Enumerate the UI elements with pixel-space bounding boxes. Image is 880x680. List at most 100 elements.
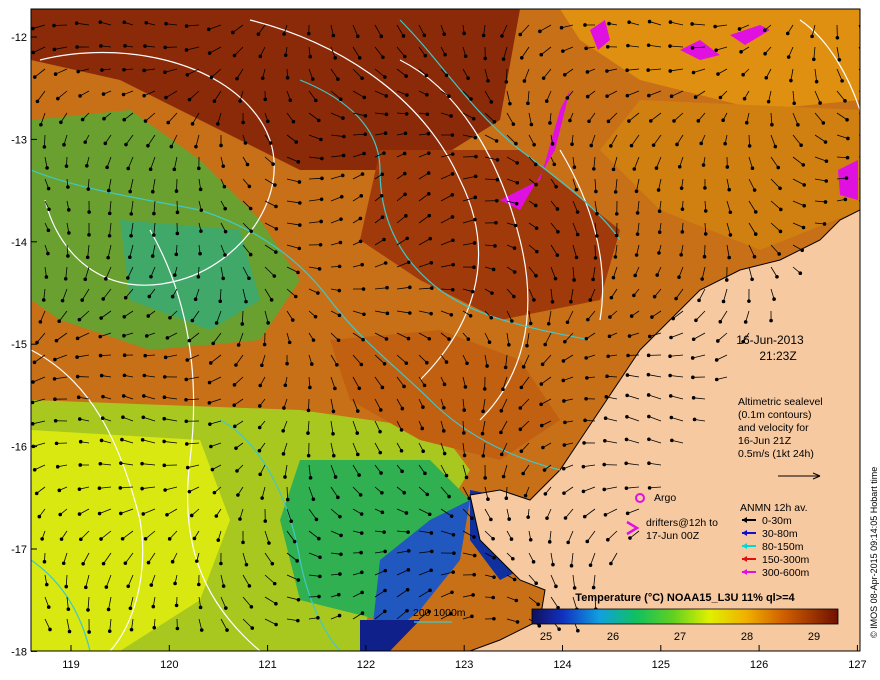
velocity-vector-head bbox=[238, 99, 242, 103]
velocity-vector-head bbox=[333, 56, 338, 60]
velocity-vector-head bbox=[429, 549, 434, 554]
velocity-vector-head bbox=[104, 277, 108, 281]
velocity-vector-head bbox=[77, 317, 82, 322]
velocity-vector-head bbox=[360, 76, 364, 81]
velocity-vector-head bbox=[165, 336, 170, 340]
velocity-vector-head bbox=[747, 299, 751, 303]
velocity-vector-head bbox=[87, 233, 91, 237]
velocity-vector-head bbox=[518, 406, 523, 410]
velocity-vector-head bbox=[59, 537, 64, 541]
velocity-vector-head bbox=[150, 189, 155, 194]
velocity-vector-head bbox=[234, 363, 238, 367]
velocity-vector-head bbox=[339, 217, 343, 221]
velocity-vector-head bbox=[53, 72, 58, 76]
velocity-vector-head bbox=[552, 162, 557, 167]
velocity-vector-head bbox=[41, 298, 46, 302]
velocity-vector-head bbox=[99, 316, 103, 320]
velocity-vector-head bbox=[519, 385, 524, 390]
velocity-vector-head bbox=[378, 429, 382, 434]
velocity-vector-head bbox=[835, 35, 840, 40]
velocity-vector-head bbox=[358, 216, 363, 221]
velocity-vector-head bbox=[465, 361, 469, 366]
velocity-vector-head bbox=[441, 429, 446, 433]
velocity-vector-head bbox=[360, 262, 365, 267]
velocity-vector-head bbox=[97, 486, 102, 491]
velocity-vector-head bbox=[668, 354, 672, 359]
velocity-vector-head bbox=[565, 320, 570, 325]
velocity-vector-head bbox=[306, 408, 311, 413]
velocity-vector-head bbox=[533, 203, 538, 208]
velocity-vector-head bbox=[486, 78, 490, 83]
velocity-vector-head bbox=[336, 77, 340, 81]
velocity-vector-head bbox=[691, 396, 696, 400]
velocity-vector-head bbox=[274, 204, 278, 209]
velocity-vector-head bbox=[534, 226, 539, 230]
velocity-vector-head bbox=[657, 230, 662, 234]
velocity-vector-head bbox=[80, 117, 85, 122]
velocity-vector-head bbox=[680, 207, 685, 211]
velocity-vector-head bbox=[385, 285, 389, 290]
velocity-vector-head bbox=[764, 75, 769, 80]
drifters-label: drifters@12h to bbox=[646, 517, 718, 529]
velocity-vector-head bbox=[501, 474, 506, 479]
velocity-vector-head bbox=[427, 336, 432, 341]
velocity-vector-head bbox=[625, 393, 629, 398]
velocity-vector-head bbox=[540, 362, 545, 367]
velocity-vector-head bbox=[425, 492, 430, 497]
velocity-vector-head bbox=[361, 337, 365, 342]
velocity-vector-head bbox=[126, 276, 130, 280]
velocity-vector-head bbox=[670, 438, 674, 443]
velocity-vector-head bbox=[257, 425, 262, 430]
velocity-vector-head bbox=[429, 286, 434, 290]
velocity-vector-head bbox=[504, 80, 509, 84]
velocity-vector-head bbox=[314, 98, 318, 103]
velocity-vector-head bbox=[634, 253, 639, 257]
velocity-vector-head bbox=[383, 131, 388, 136]
velocity-vector-head bbox=[625, 68, 629, 73]
velocity-vector-head bbox=[296, 598, 301, 602]
velocity-vector-head bbox=[175, 626, 180, 631]
velocity-vector-head bbox=[429, 531, 434, 535]
isobath-label: 200 1000m bbox=[413, 607, 466, 619]
velocity-vector-head bbox=[608, 315, 612, 319]
velocity-vector-head bbox=[585, 376, 589, 380]
velocity-vector-head bbox=[140, 461, 144, 466]
velocity-vector-head bbox=[184, 48, 189, 52]
velocity-vector-head bbox=[703, 232, 708, 236]
velocity-vector-head bbox=[481, 33, 486, 38]
velocity-vector-head bbox=[298, 201, 302, 205]
velocity-vector-head bbox=[196, 582, 201, 587]
velocity-vector-head bbox=[123, 561, 128, 565]
velocity-vector-head bbox=[379, 193, 384, 198]
velocity-vector-head bbox=[657, 209, 662, 214]
velocity-vector-head bbox=[426, 151, 431, 155]
velocity-vector-head bbox=[402, 151, 407, 156]
altimetry-line: (0.1m contours) bbox=[738, 409, 812, 421]
velocity-vector-head bbox=[162, 395, 167, 400]
velocity-vector-head bbox=[742, 96, 747, 101]
velocity-vector-head bbox=[209, 444, 213, 449]
velocity-vector-head bbox=[165, 512, 169, 517]
velocity-vector-head bbox=[513, 223, 518, 228]
velocity-vector-head bbox=[613, 190, 618, 194]
velocity-vector-head bbox=[626, 43, 630, 48]
velocity-vector-head bbox=[162, 463, 167, 468]
velocity-vector-head bbox=[499, 430, 503, 435]
velocity-vector-head bbox=[197, 166, 201, 171]
velocity-vector-head bbox=[482, 387, 487, 391]
velocity-vector-head bbox=[646, 393, 651, 397]
velocity-vector-head bbox=[86, 187, 91, 191]
velocity-vector-head bbox=[669, 94, 674, 98]
velocity-vector-head bbox=[691, 375, 695, 380]
velocity-vector-head bbox=[403, 171, 407, 176]
velocity-vector-head bbox=[287, 340, 292, 345]
velocity-vector-head bbox=[317, 594, 321, 599]
lat-tick-label: -17 bbox=[11, 544, 27, 556]
velocity-vector-head bbox=[32, 467, 37, 472]
velocity-vector-head bbox=[296, 578, 301, 582]
velocity-vector-head bbox=[481, 454, 486, 458]
velocity-vector-head bbox=[31, 422, 35, 426]
velocity-vector-head bbox=[44, 275, 49, 279]
velocity-vector-head bbox=[628, 536, 632, 540]
velocity-vector-head bbox=[494, 139, 499, 143]
